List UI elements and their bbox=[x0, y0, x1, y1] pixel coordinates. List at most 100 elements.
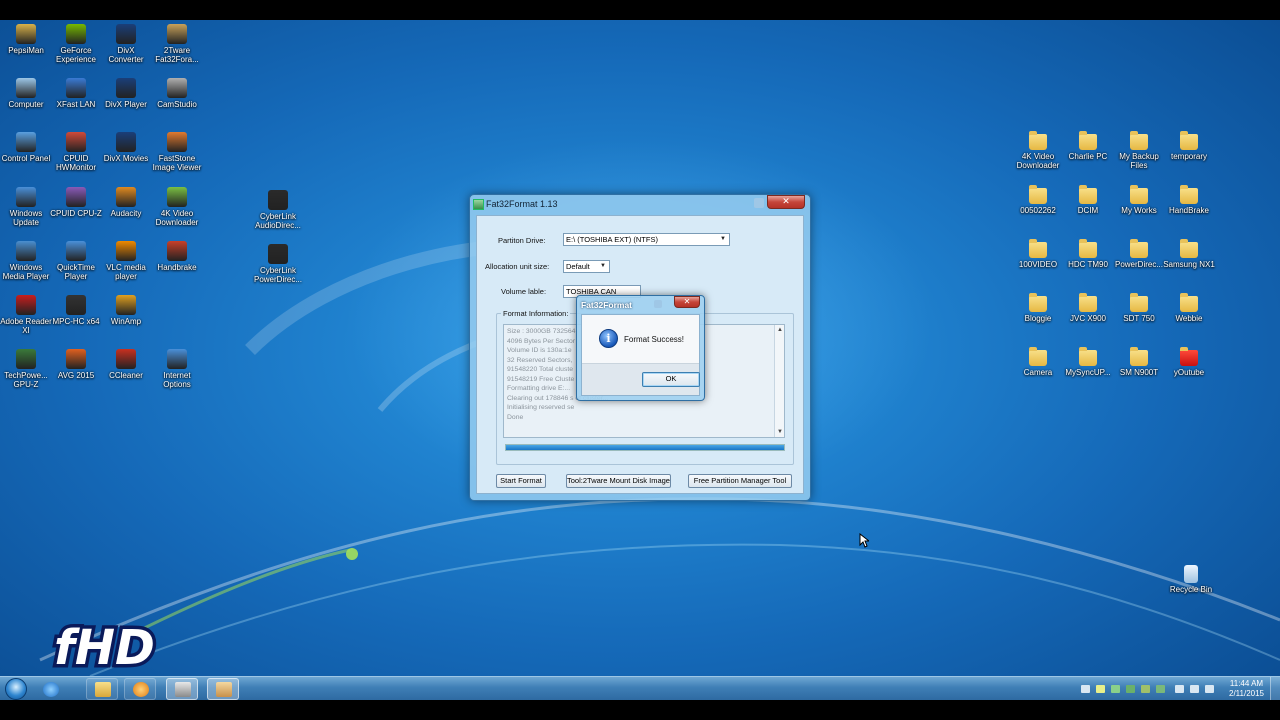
desktop-icon[interactable]: Adobe Reader XI bbox=[0, 295, 52, 335]
desktop-folder[interactable]: temporary bbox=[1163, 131, 1215, 161]
fhd-watermark: fHD fHD bbox=[48, 610, 208, 684]
desktop-folder[interactable]: 4K Video Downloader bbox=[1012, 131, 1064, 170]
desktop-folder-label: PowerDirec... bbox=[1114, 260, 1163, 269]
allocation-unit-label: Allocation unit size: bbox=[485, 262, 550, 271]
desktop-icon[interactable]: WinAmp bbox=[100, 295, 152, 326]
desktop-icon[interactable]: CCleaner bbox=[100, 349, 152, 380]
desktop-icon[interactable]: CPUID CPU-Z bbox=[50, 187, 102, 218]
dialog-close-button[interactable]: ✕ bbox=[674, 296, 700, 308]
desktop-folder[interactable]: yOutube bbox=[1163, 347, 1215, 377]
desktop-icon[interactable]: VLC media player bbox=[100, 241, 152, 281]
desktop-icon[interactable]: MPC-HC x64 bbox=[50, 295, 102, 326]
desktop-folder[interactable]: Camera bbox=[1012, 347, 1064, 377]
desktop-folder[interactable]: SDT 750 bbox=[1113, 293, 1165, 323]
allocation-unit-select[interactable]: Default ▼ bbox=[563, 260, 610, 273]
app-shortcut-icon bbox=[66, 78, 86, 98]
desktop-folder[interactable]: PowerDirec... bbox=[1113, 239, 1165, 269]
desktop-icon[interactable]: 2Tware Fat32Fora... bbox=[151, 24, 203, 64]
desktop-icon[interactable]: Audacity bbox=[100, 187, 152, 218]
log-scrollbar[interactable]: ▲ ▼ bbox=[774, 325, 784, 437]
desktop-icon[interactable]: PepsiMan bbox=[0, 24, 52, 55]
recycle-bin[interactable]: Recycle Bin bbox=[1165, 565, 1217, 594]
desktop-icon[interactable]: Internet Options bbox=[151, 349, 203, 389]
desktop-icon[interactable]: GeForce Experience bbox=[50, 24, 102, 64]
desktop-folder[interactable]: My Backup Files bbox=[1113, 131, 1165, 170]
desktop-folder[interactable]: SM N900T bbox=[1113, 347, 1165, 377]
desktop-folder-label: yOutube bbox=[1173, 368, 1205, 377]
desktop-icon[interactable]: Computer bbox=[0, 78, 52, 109]
desktop-folder[interactable]: Bloggie bbox=[1012, 293, 1064, 323]
desktop-folder[interactable]: Charlie PC bbox=[1062, 131, 1114, 161]
app-shortcut-icon bbox=[66, 241, 86, 261]
desktop-icon[interactable]: Control Panel bbox=[0, 132, 52, 163]
desktop-icon[interactable]: CamStudio bbox=[151, 78, 203, 109]
desktop-icon[interactable]: 4K Video Downloader bbox=[151, 187, 203, 227]
folder-icon bbox=[1130, 293, 1148, 312]
desktop-folder[interactable]: HDC TM90 bbox=[1062, 239, 1114, 269]
desktop-icon[interactable]: Windows Update bbox=[0, 187, 52, 227]
tray-icon-1[interactable] bbox=[1081, 685, 1090, 693]
desktop-icon-label: TechPowe... GPU-Z bbox=[4, 371, 48, 389]
desktop-folder[interactable]: Samsung NX1 bbox=[1163, 239, 1215, 269]
desktop-icon[interactable]: Handbrake bbox=[151, 241, 203, 272]
tray-icon-5[interactable] bbox=[1141, 685, 1150, 693]
desktop-folder[interactable]: 00502262 bbox=[1012, 185, 1064, 215]
tray-icon-4[interactable] bbox=[1126, 685, 1135, 693]
desktop-icon-label: DivX Converter bbox=[108, 46, 144, 64]
start-button[interactable] bbox=[5, 678, 27, 700]
desktop-icon[interactable]: DivX Movies bbox=[100, 132, 152, 163]
app-shortcut-icon bbox=[16, 78, 36, 98]
clock[interactable]: 11:44 AM 2/11/2015 bbox=[1229, 679, 1264, 699]
desktop-icon[interactable]: Windows Media Player bbox=[0, 241, 52, 281]
taskbar-fat32format[interactable] bbox=[207, 678, 239, 700]
chevron-down-icon: ▼ bbox=[600, 263, 606, 269]
desktop-icon[interactable]: CPUID HWMonitor bbox=[50, 132, 102, 172]
desktop-icon-label: VLC media player bbox=[106, 263, 146, 281]
desktop-icon[interactable]: FastStone Image Viewer bbox=[151, 132, 203, 172]
recycle-bin-icon bbox=[1184, 565, 1198, 583]
app-shortcut-icon bbox=[66, 349, 86, 369]
mount-disk-image-button[interactable]: Tool:2Tware Mount Disk Image bbox=[566, 474, 671, 488]
display-icon[interactable] bbox=[1190, 685, 1199, 693]
desktop-folder[interactable]: Webbie bbox=[1163, 293, 1215, 323]
log-line: Initialising reserved se bbox=[507, 404, 575, 411]
desktop-icon[interactable]: CyberLink PowerDirec... bbox=[252, 244, 304, 284]
window-close-button[interactable]: ✕ bbox=[767, 195, 805, 209]
desktop-folder[interactable]: MySyncUP... bbox=[1062, 347, 1114, 377]
network-icon[interactable] bbox=[1156, 685, 1165, 693]
desktop-folder-label: 100VIDEO bbox=[1018, 260, 1058, 269]
tray-icon-3[interactable] bbox=[1111, 685, 1120, 693]
desktop-icon[interactable]: XFast LAN bbox=[50, 78, 102, 109]
partition-manager-button[interactable]: Free Partition Manager Tool bbox=[688, 474, 792, 488]
desktop-folder[interactable]: DCIM bbox=[1062, 185, 1114, 215]
desktop-folder[interactable]: HandBrake bbox=[1163, 185, 1215, 215]
desktop-folder[interactable]: 100VIDEO bbox=[1012, 239, 1064, 269]
desktop-folder[interactable]: My Works bbox=[1113, 185, 1165, 215]
dialog-button-bar: OK bbox=[582, 363, 700, 395]
desktop-icon[interactable]: QuickTime Player bbox=[50, 241, 102, 281]
letterbox-bottom bbox=[0, 700, 1280, 720]
tray-icon-2[interactable] bbox=[1096, 685, 1105, 693]
desktop-icon[interactable]: DivX Converter bbox=[100, 24, 152, 64]
app-shortcut-icon bbox=[167, 349, 187, 369]
volume-icon[interactable] bbox=[1205, 685, 1214, 693]
scroll-down-icon[interactable]: ▼ bbox=[775, 427, 784, 437]
partition-drive-select[interactable]: E:\ (TOSHIBA EXT) (NTFS) ▼ bbox=[563, 233, 730, 246]
flag-icon[interactable] bbox=[1175, 685, 1184, 693]
youtube-icon bbox=[1180, 347, 1198, 366]
window-titlebar[interactable]: Fat32Format 1.13 ✕ bbox=[470, 195, 810, 215]
scroll-up-icon[interactable]: ▲ bbox=[775, 325, 784, 335]
show-desktop-button[interactable] bbox=[1270, 677, 1280, 701]
desktop-folder[interactable]: JVC X900 bbox=[1062, 293, 1114, 323]
app-shortcut-icon bbox=[16, 295, 36, 315]
desktop-icon-label: DivX Movies bbox=[103, 154, 149, 163]
desktop-icon[interactable]: CyberLink AudioDirec... bbox=[252, 190, 304, 230]
desktop-icon[interactable]: TechPowe... GPU-Z bbox=[0, 349, 52, 389]
desktop-icon[interactable]: DivX Player bbox=[100, 78, 152, 109]
desktop-icon-label: Handbrake bbox=[157, 263, 197, 272]
start-format-button[interactable]: Start Format bbox=[496, 474, 546, 488]
desktop-folder-label: My Works bbox=[1121, 206, 1157, 215]
folder-icon bbox=[1029, 293, 1047, 312]
ok-button[interactable]: OK bbox=[642, 372, 700, 387]
desktop-icon[interactable]: AVG 2015 bbox=[50, 349, 102, 380]
